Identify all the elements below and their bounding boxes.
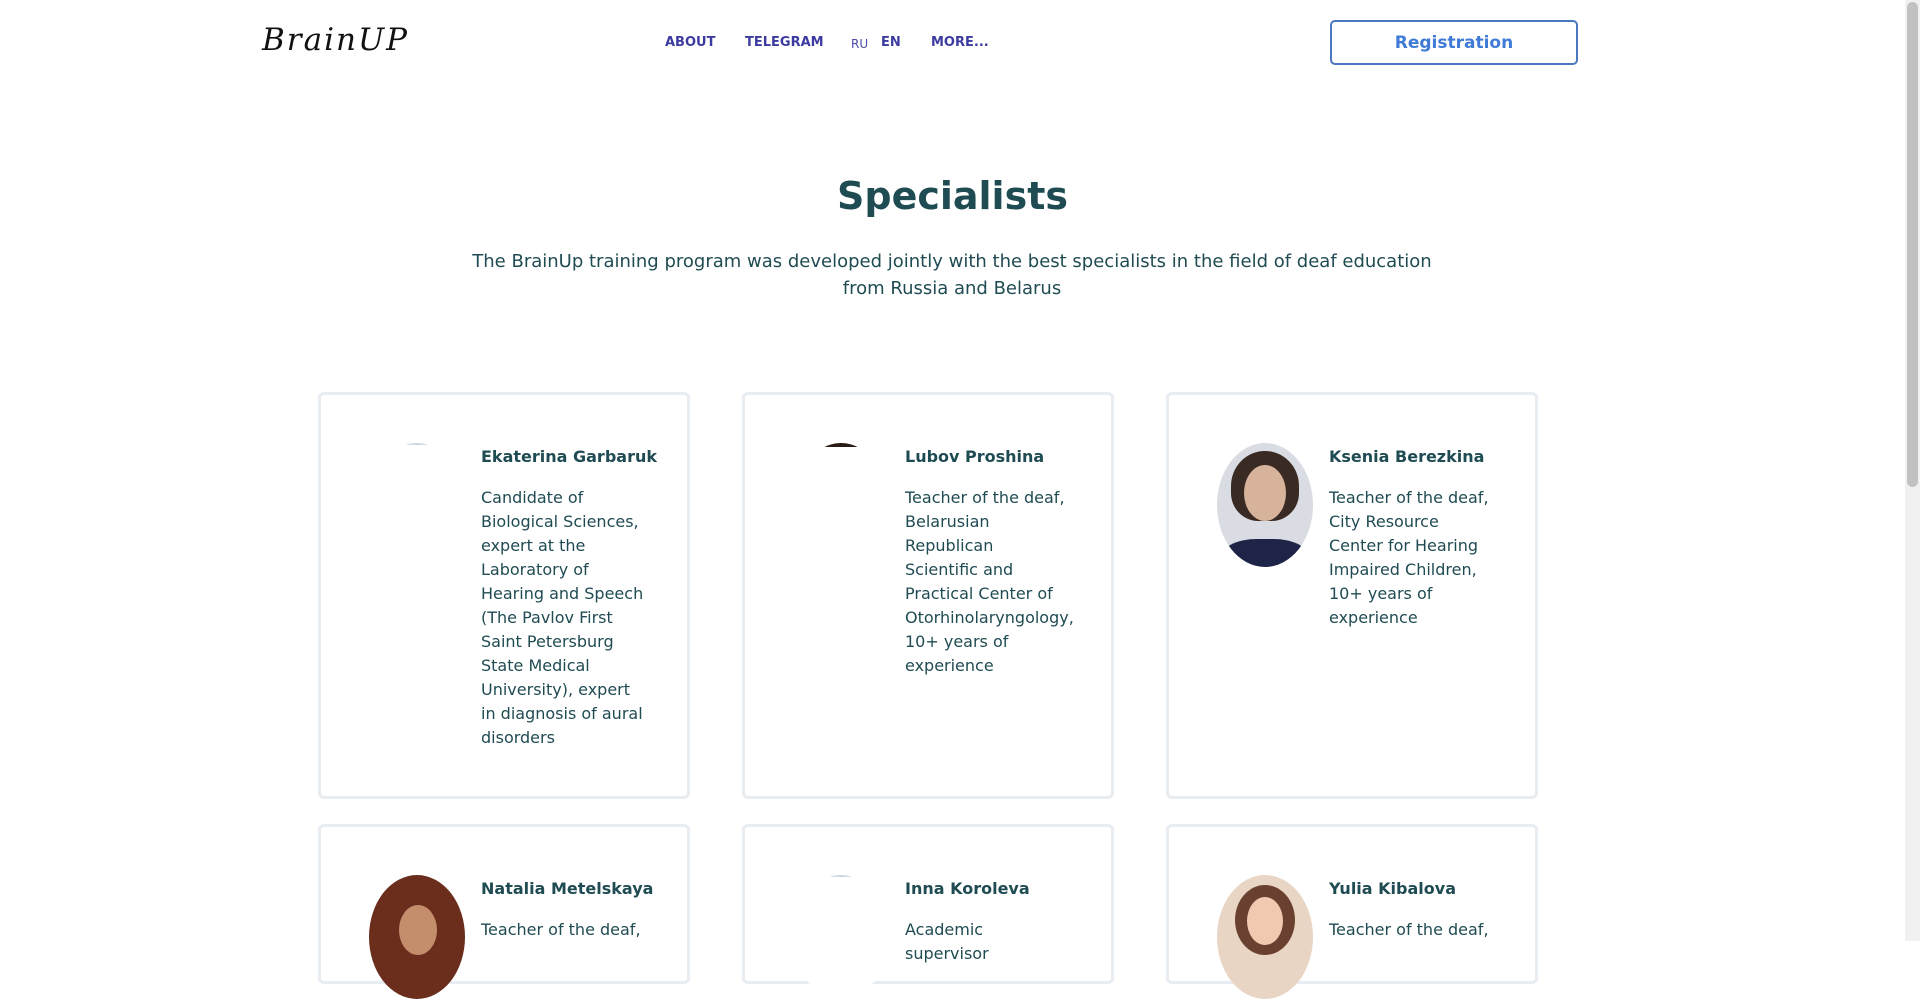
specialist-name: Ksenia Berezkina: [1329, 447, 1485, 466]
specialist-photo: [369, 875, 465, 999]
lang-en-label[interactable]: EN: [881, 35, 901, 50]
specialist-card: Ksenia Berezkina Teacher of the deaf, Ci…: [1166, 392, 1538, 799]
specialist-description: Teacher of the deaf,: [481, 920, 641, 939]
section-title: Specialists: [837, 174, 1068, 218]
lang-ru-link[interactable]: RU: [851, 37, 868, 51]
page-scrollbar[interactable]: [1905, 0, 1920, 941]
specialist-description: Academic supervisor: [905, 920, 989, 963]
specialist-description: Teacher of the deaf, City Resource Cente…: [1329, 488, 1489, 627]
specialist-description: Teacher of the deaf, Belarusian Republic…: [905, 488, 1074, 675]
specialist-photo: [793, 443, 889, 567]
specialist-name: Inna Koroleva: [905, 879, 1030, 898]
specialist-card: Inna Koroleva Academic supervisor: [742, 824, 1114, 999]
specialist-card: Yulia Kibalova Teacher of the deaf,: [1166, 824, 1538, 999]
specialist-name: Yulia Kibalova: [1329, 879, 1456, 898]
site-header: BrainUP ABOUT TELEGRAM RU EN MORE... Reg…: [0, 0, 1905, 90]
nav-about-link[interactable]: ABOUT: [665, 35, 715, 50]
scrollbar-thumb[interactable]: [1907, 2, 1918, 487]
nav-about-label[interactable]: ABOUT: [665, 35, 715, 50]
specialist-card: Natalia Metelskaya Teacher of the deaf,: [318, 824, 690, 999]
nav-more-link[interactable]: MORE...: [931, 35, 989, 50]
specialist-description: Candidate of Biological Sciences, expert…: [481, 488, 644, 747]
nav-more-label[interactable]: MORE...: [931, 35, 989, 50]
specialist-description: Teacher of the deaf,: [1329, 920, 1489, 939]
specialist-name: Natalia Metelskaya: [481, 879, 654, 898]
section-subtitle: The BrainUp training program was develop…: [472, 251, 1432, 299]
specialist-name: Ekaterina Garbaruk: [481, 447, 657, 466]
nav-telegram-label[interactable]: TELEGRAM: [745, 35, 824, 50]
nav-telegram-link[interactable]: TELEGRAM: [745, 35, 824, 50]
specialist-name: Lubov Proshina: [905, 447, 1045, 466]
lang-ru-label[interactable]: RU: [851, 37, 868, 51]
specialist-card: Ekaterina Garbaruk Candidate of Biologic…: [318, 392, 690, 799]
specialist-photo: [369, 443, 465, 567]
lang-en-link[interactable]: EN: [881, 35, 901, 50]
specialist-photo: [1217, 443, 1313, 567]
brainup-logo[interactable]: BrainUP: [262, 22, 409, 58]
specialist-photo: [793, 875, 889, 999]
registration-button[interactable]: Registration: [1330, 20, 1578, 65]
specialist-photo: [1217, 875, 1313, 999]
specialist-card: Lubov Proshina Teacher of the deaf, Bela…: [742, 392, 1114, 799]
